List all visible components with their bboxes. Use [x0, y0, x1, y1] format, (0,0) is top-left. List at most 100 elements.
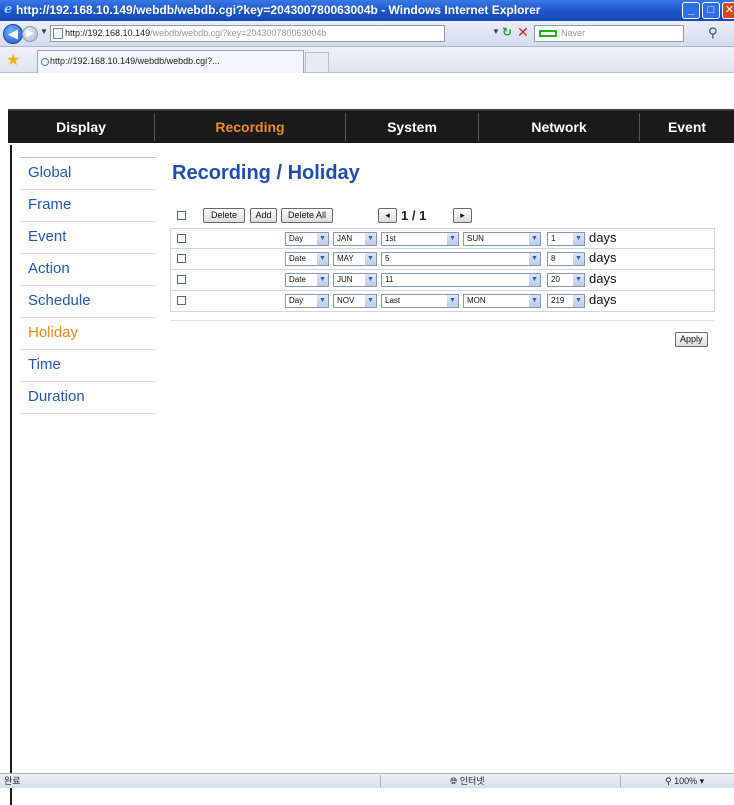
- sidebar-item-duration[interactable]: Duration: [20, 382, 156, 414]
- sidebar-item-event[interactable]: Event: [20, 222, 156, 254]
- sidebar-item-frame[interactable]: Frame: [20, 190, 156, 222]
- apply-button[interactable]: Apply: [675, 332, 708, 347]
- refresh-icon[interactable]: ↻: [502, 25, 512, 39]
- select-all-checkbox[interactable]: [177, 211, 186, 220]
- chevron-down-icon: ▼: [529, 253, 540, 265]
- page-icon: [53, 28, 63, 39]
- recent-pages-dropdown-icon[interactable]: ▼: [40, 27, 48, 36]
- row-checkbox[interactable]: [177, 254, 186, 263]
- internet-zone: 🌐︎ 인터넷: [450, 774, 485, 788]
- count-select[interactable]: 219 ▼: [547, 294, 585, 308]
- month-select[interactable]: MAY ▼: [333, 252, 377, 266]
- chevron-down-icon: ▼: [317, 233, 328, 245]
- month-select[interactable]: JUN ▼: [333, 273, 377, 287]
- search-placeholder: Naver: [561, 28, 586, 38]
- maximize-button[interactable]: □: [702, 2, 720, 19]
- type-select[interactable]: Day ▼: [285, 232, 329, 246]
- next-page-button[interactable]: ▸: [453, 208, 472, 223]
- count-value: 219: [551, 296, 565, 305]
- chevron-down-icon: ▼: [317, 274, 328, 286]
- minimize-button[interactable]: _: [682, 2, 700, 19]
- tab-bar: ★ http://192.168.10.149/webdb/webdb.cgi?…: [0, 47, 734, 73]
- zone-label: 인터넷: [459, 776, 485, 786]
- sidebar: Global Frame Event Action Schedule Holid…: [20, 157, 156, 414]
- browser-tab[interactable]: http://192.168.10.149/webdb/webdb.cgi?..…: [37, 50, 304, 73]
- day-value: 11: [385, 275, 394, 284]
- chevron-down-icon: ▼: [573, 233, 584, 245]
- chevron-down-icon: ▼: [317, 253, 328, 265]
- url-host: http://192.168.10.149: [65, 28, 151, 38]
- url-path: /webdb/webdb.cgi?key=204300780063004b: [150, 28, 327, 38]
- stop-icon[interactable]: ✕: [517, 24, 529, 41]
- day-select[interactable]: Last ▼: [381, 294, 459, 308]
- top-menu-bar: Display Recording System Network Event: [8, 109, 734, 143]
- day-select[interactable]: 11 ▼: [381, 273, 541, 287]
- menu-event[interactable]: Event: [640, 111, 734, 143]
- chevron-down-icon: ▼: [365, 253, 376, 265]
- back-button[interactable]: ◀: [3, 24, 23, 44]
- sidebar-item-schedule[interactable]: Schedule: [20, 286, 156, 318]
- row-checkbox[interactable]: [177, 275, 186, 284]
- type-select[interactable]: Date ▼: [285, 252, 329, 266]
- chevron-down-icon: ▼: [365, 233, 376, 245]
- weekday-select[interactable]: MON ▼: [463, 294, 541, 308]
- favorites-star-icon[interactable]: ★: [6, 50, 20, 70]
- delete-button[interactable]: Delete: [203, 208, 245, 223]
- chevron-down-icon: ▼: [529, 274, 540, 286]
- chevron-down-icon: ▼: [573, 274, 584, 286]
- holiday-row: Day ▼ JAN ▼ 1st ▼ SUN ▼ 1 ▼ days: [170, 228, 715, 249]
- prev-page-button[interactable]: ◂: [378, 208, 397, 223]
- zoom-level[interactable]: ⚲ 100% ▾: [665, 774, 704, 788]
- add-button[interactable]: Add: [250, 208, 277, 223]
- month-select[interactable]: NOV ▼: [333, 294, 377, 308]
- day-value: 1st: [385, 234, 396, 243]
- address-input[interactable]: http://192.168.10.149/webdb/webdb.cgi?ke…: [50, 25, 445, 42]
- day-value: Last: [385, 296, 401, 305]
- sidebar-item-global[interactable]: Global: [20, 158, 156, 190]
- day-select[interactable]: 1st ▼: [381, 232, 459, 246]
- month-select[interactable]: JAN ▼: [333, 232, 377, 246]
- forward-button[interactable]: ▶: [22, 26, 38, 42]
- pager-text: 1 / 1: [401, 208, 427, 223]
- weekday-select[interactable]: SUN ▼: [463, 232, 541, 246]
- menu-system[interactable]: System: [346, 111, 478, 143]
- status-divider: [620, 775, 621, 787]
- address-dropdown-icon[interactable]: ▼: [492, 27, 500, 36]
- type-value: Date: [289, 275, 306, 284]
- row-checkbox[interactable]: [177, 296, 186, 305]
- count-value: 20: [551, 275, 560, 284]
- page-title: Recording / Holiday: [172, 162, 360, 184]
- sidebar-item-action[interactable]: Action: [20, 254, 156, 286]
- count-select[interactable]: 1 ▼: [547, 232, 585, 246]
- zoom-value: 100%: [674, 776, 698, 786]
- chevron-down-icon: ▼: [365, 274, 376, 286]
- type-value: Date: [289, 254, 306, 263]
- globe-icon: 🌐︎: [450, 776, 460, 786]
- delete-all-button[interactable]: Delete All: [281, 208, 333, 223]
- row-checkbox[interactable]: [177, 234, 186, 243]
- menu-display[interactable]: Display: [8, 111, 154, 143]
- type-select[interactable]: Day ▼: [285, 294, 329, 308]
- count-select[interactable]: 20 ▼: [547, 273, 585, 287]
- weekday-value: SUN: [467, 234, 484, 243]
- holiday-row: Day ▼ NOV ▼ Last ▼ MON ▼ 219 ▼ days: [170, 291, 715, 312]
- sidebar-item-time[interactable]: Time: [20, 350, 156, 382]
- month-value: JUN: [337, 275, 353, 284]
- close-button[interactable]: ✕: [722, 2, 734, 19]
- day-select[interactable]: 5 ▼: [381, 252, 541, 266]
- count-select[interactable]: 8 ▼: [547, 252, 585, 266]
- type-select[interactable]: Date ▼: [285, 273, 329, 287]
- chevron-down-icon: ▼: [447, 233, 458, 245]
- holiday-row: Date ▼ MAY ▼ 5 ▼ 8 ▼ days: [170, 249, 715, 270]
- chevron-down-icon: ▼: [529, 233, 540, 245]
- status-text: 완료: [4, 776, 21, 786]
- menu-network[interactable]: Network: [479, 111, 639, 143]
- menu-recording[interactable]: Recording: [155, 111, 345, 143]
- new-tab-button[interactable]: [305, 52, 329, 72]
- sidebar-item-holiday[interactable]: Holiday: [20, 318, 156, 350]
- search-input[interactable]: Naver: [534, 25, 684, 42]
- window-titlebar: e http://192.168.10.149/webdb/webdb.cgi?…: [0, 0, 734, 21]
- chevron-down-icon: ▼: [529, 295, 540, 307]
- days-label: days: [589, 292, 617, 307]
- search-icon[interactable]: ⚲: [708, 25, 718, 41]
